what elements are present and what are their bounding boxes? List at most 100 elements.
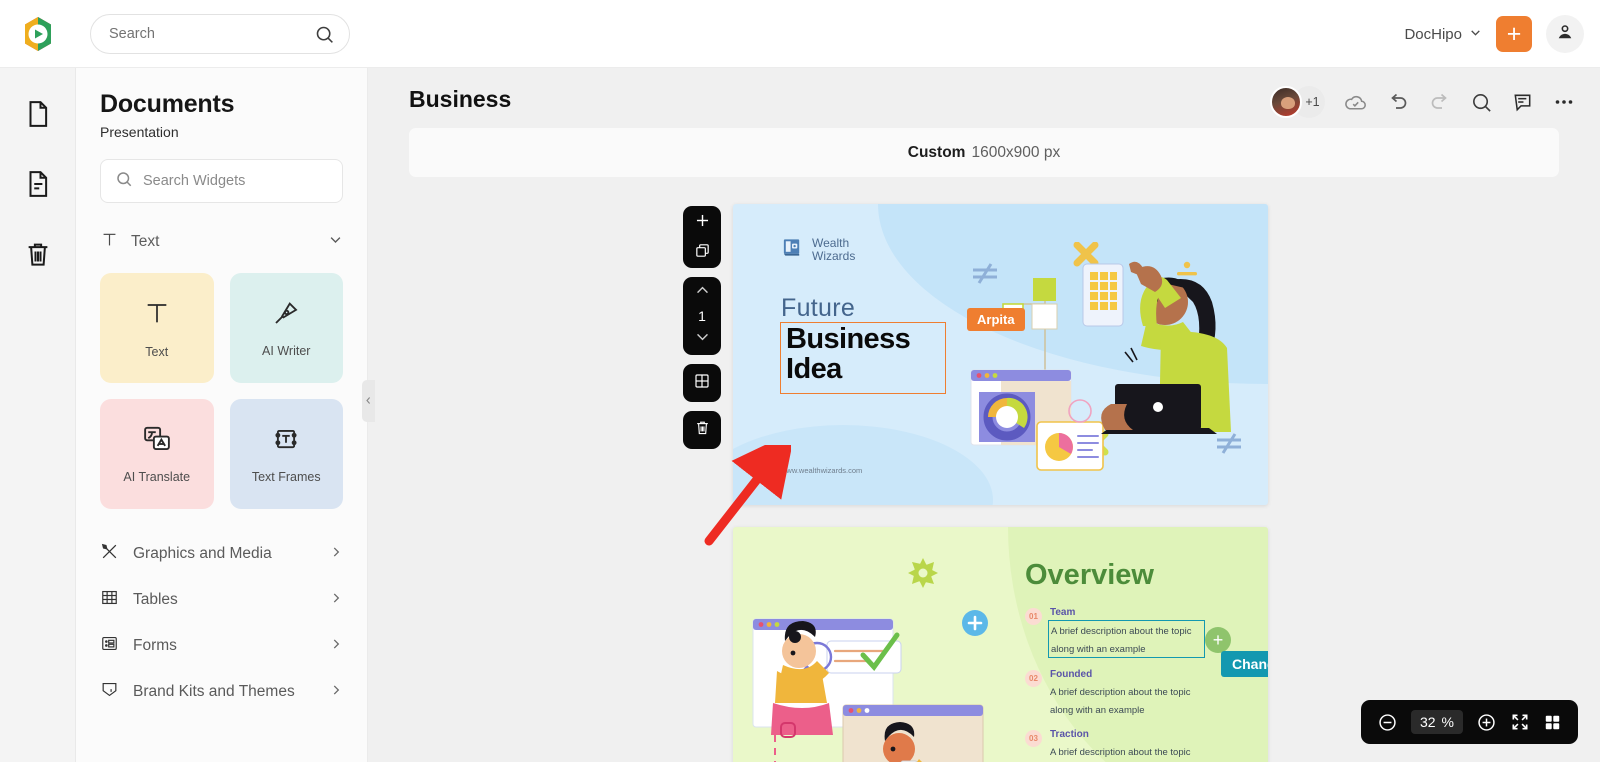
dochipo-logo xyxy=(18,14,58,54)
category-tables[interactable]: Tables xyxy=(100,577,343,623)
document-title[interactable]: Business xyxy=(409,86,511,113)
copy-icon[interactable] xyxy=(694,242,711,264)
slide-page-navigator: 1 xyxy=(683,277,721,355)
chevron-down-icon[interactable] xyxy=(328,232,343,252)
chevron-right-icon xyxy=(329,591,343,610)
slide2-title[interactable]: Overview xyxy=(1025,559,1154,592)
canvas-size-value: 1600x900 px xyxy=(971,143,1061,161)
top-bar: DocHipo + xyxy=(0,0,1600,68)
canvas-size-label: Custom xyxy=(907,143,966,161)
plus-icon[interactable] xyxy=(693,211,712,235)
category-brand-kits-and-themes[interactable]: Brand Kits and Themes xyxy=(100,669,343,715)
item-description: A brief description about the topic alon… xyxy=(1051,626,1192,655)
comment-icon[interactable] xyxy=(1511,91,1534,114)
overview-list: 01 Team A brief description about the to… xyxy=(1025,607,1205,762)
search-icon[interactable] xyxy=(1470,91,1493,114)
category-label: Brand Kits and Themes xyxy=(133,683,295,700)
avatar[interactable] xyxy=(1270,86,1302,118)
item-description: A brief description about the topic alon… xyxy=(1050,687,1191,716)
file-lines-icon xyxy=(23,169,53,204)
item-description-textbox[interactable]: A brief description about the topic alon… xyxy=(1050,742,1205,762)
list-item[interactable]: 03 Traction A brief description about th… xyxy=(1025,729,1205,762)
category-label: Forms xyxy=(133,637,177,654)
item-title: Traction xyxy=(1050,729,1089,740)
slide-toolbar: 1 xyxy=(683,206,721,449)
more-options-icon[interactable] xyxy=(1552,90,1576,114)
slide-2[interactable]: Overview 01 Team A brief description abo… xyxy=(733,527,1268,762)
editor-toolbar: +1 xyxy=(1270,86,1576,118)
chevron-up-icon[interactable] xyxy=(694,282,711,304)
rail-item-trash[interactable] xyxy=(10,228,66,284)
redo-icon[interactable] xyxy=(1428,90,1452,114)
annotation-arrow xyxy=(704,445,791,546)
widget-tile-ai-translate[interactable]: AI Translate xyxy=(100,399,214,509)
brand-line-2: Wizards xyxy=(812,249,856,263)
slide1-brand-logo: Wealth Wizards xyxy=(781,236,855,264)
undo-icon[interactable] xyxy=(1386,90,1410,114)
account-button[interactable] xyxy=(1546,15,1584,53)
app-logo[interactable] xyxy=(0,14,76,54)
brand-label: DocHipo xyxy=(1404,25,1462,43)
zoom-control: 32 % xyxy=(1360,700,1578,744)
widget-categories: Graphics and Media Tables Forms Brand Ki… xyxy=(100,531,343,715)
collaborators[interactable]: +1 xyxy=(1270,86,1325,118)
chevron-down-icon[interactable] xyxy=(694,328,711,350)
slide-1[interactable]: Wealth Wizards Future Business Idea Arpi… xyxy=(733,204,1268,505)
document-type-label: Presentation xyxy=(100,124,179,140)
zoom-in-button[interactable] xyxy=(1476,712,1497,733)
fullscreen-button[interactable] xyxy=(1510,712,1530,732)
icon-rail xyxy=(0,68,76,762)
brand-selector[interactable]: DocHipo xyxy=(1404,26,1482,43)
canvas-size-bar[interactable]: Custom 1600x900 px xyxy=(409,128,1559,177)
item-description-textbox[interactable]: A brief description about the topic alon… xyxy=(1048,620,1205,658)
rail-item-pages[interactable] xyxy=(10,158,66,214)
rail-item-documents[interactable] xyxy=(10,88,66,144)
widget-tile-text-frames[interactable]: Text Frames xyxy=(229,399,343,509)
widget-group-text[interactable]: Text xyxy=(100,225,343,259)
create-new-button[interactable]: + xyxy=(1496,16,1532,52)
grid-view-button[interactable] xyxy=(1543,713,1562,732)
chevron-left-icon xyxy=(364,392,373,410)
category-graphics-and-media[interactable]: Graphics and Media xyxy=(100,531,343,577)
dochipo-editor-app: DocHipo + xyxy=(0,0,1600,762)
slide1-url[interactable]: www.wealthwizards.com xyxy=(781,466,862,475)
search-input[interactable] xyxy=(109,26,314,42)
item-description-textbox[interactable]: A brief description about the topic alon… xyxy=(1050,682,1205,718)
widget-tiles: Text AI Writer AI Translate Text Frames xyxy=(100,273,343,509)
widget-tile-label: AI Translate xyxy=(123,470,191,484)
text-T-icon xyxy=(141,297,173,334)
cloud-saved-icon[interactable] xyxy=(1343,90,1368,115)
panel-collapse-handle[interactable] xyxy=(362,380,375,422)
slide-delete-button[interactable] xyxy=(683,411,721,449)
slide1-kicker[interactable]: Future xyxy=(781,294,855,323)
widget-tile-ai-writer[interactable]: AI Writer xyxy=(229,273,343,383)
zoom-value: 32 xyxy=(1419,714,1436,730)
search-widgets-input[interactable] xyxy=(143,173,330,189)
widget-tile-label: AI Writer xyxy=(262,344,311,358)
slide-add-duplicate-group xyxy=(683,206,721,268)
search-icon[interactable] xyxy=(314,24,335,45)
text-T-icon xyxy=(100,230,119,254)
page-title: Documents xyxy=(100,90,235,118)
category-forms[interactable]: Forms xyxy=(100,623,343,669)
slide1-headline-textbox[interactable]: Business Idea xyxy=(780,322,946,394)
zoom-level[interactable]: 32 % xyxy=(1410,710,1463,734)
widget-search[interactable] xyxy=(100,159,343,203)
trash-icon xyxy=(694,419,711,441)
graphics-media-icon xyxy=(100,542,119,566)
widget-tile-text[interactable]: Text xyxy=(100,273,214,383)
slide-page-number: 1 xyxy=(698,308,706,324)
list-item[interactable]: 01 Team A brief description about the to… xyxy=(1025,607,1205,658)
chevron-down-icon xyxy=(1469,26,1482,43)
book-icon xyxy=(781,236,804,264)
text-frame-icon xyxy=(271,424,301,459)
table-grid-icon xyxy=(100,588,119,612)
zoom-unit: % xyxy=(1441,714,1454,730)
collaborator-tag-arpita: Arpita xyxy=(967,308,1025,331)
slide-layout-button[interactable] xyxy=(683,364,721,402)
item-number: 02 xyxy=(1025,670,1042,687)
slide2-add-icon[interactable]: + xyxy=(1205,627,1231,653)
zoom-out-button[interactable] xyxy=(1377,712,1398,733)
list-item[interactable]: 02 Founded A brief description about the… xyxy=(1025,669,1205,718)
global-search[interactable] xyxy=(90,14,350,54)
